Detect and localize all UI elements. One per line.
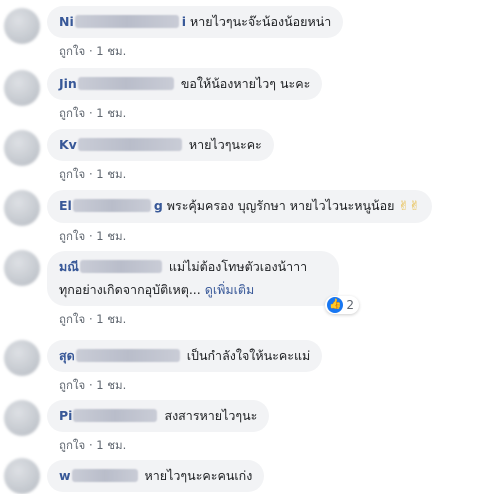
redacted-name	[72, 199, 151, 212]
like-link[interactable]: ถูกใจ	[59, 312, 85, 326]
comment: Jin ขอให้น้องหายไวๆ นะคะ ถูกใจ · 1 ชม.	[47, 68, 323, 123]
avatar[interactable]	[4, 340, 40, 376]
see-more-link[interactable]: ดูเพิ่มเติม	[205, 282, 255, 297]
avatar[interactable]	[4, 458, 40, 494]
timestamp[interactable]: 1 ชม.	[96, 438, 126, 452]
like-icon: 👍	[327, 297, 344, 313]
avatar[interactable]	[4, 8, 40, 44]
commenter-name[interactable]: มณี	[59, 259, 165, 274]
comment-meta: ถูกใจ · 1 ชม.	[59, 228, 432, 246]
comment: Pi สงสารหายไวๆนะ ถูกใจ · 1 ชม.	[47, 400, 270, 455]
comment-meta: ถูกใจ · 1 ชม.	[59, 105, 322, 123]
comment-text-line2: ทุกอย่างเกิดจากอุบัติเหตุ...	[59, 282, 201, 297]
redacted-name	[77, 138, 182, 151]
avatar[interactable]	[4, 130, 40, 166]
timestamp[interactable]: 1 ชม.	[96, 44, 126, 58]
reaction-count-value: 2	[346, 298, 354, 312]
avatar[interactable]	[4, 400, 40, 436]
comment-meta: ถูกใจ · 1 ชม.	[59, 437, 269, 455]
redacted-name	[77, 77, 174, 90]
comment-bubble: Ni i หายไวๆนะจ๊ะน้องน้อยหน่า	[47, 6, 344, 38]
avatar[interactable]	[4, 70, 40, 106]
like-link[interactable]: ถูกใจ	[59, 438, 85, 452]
reaction-count[interactable]: 👍 2	[325, 296, 359, 314]
meta-separator: ·	[88, 229, 93, 243]
comment: มณี แม่ไม่ต้องโทษตัวเองน้าาา ทุกอย่างเกิ…	[47, 251, 359, 329]
comment: สุด เป็นกำลังใจให้นะคะแม่ ถูกใจ · 1 ชม.	[47, 340, 323, 395]
timestamp[interactable]: 1 ชม.	[96, 378, 126, 392]
meta-separator: ·	[88, 378, 93, 392]
avatar[interactable]	[4, 190, 40, 226]
commenter-name[interactable]: Kv	[59, 137, 185, 152]
meta-separator: ·	[88, 167, 93, 181]
comment-bubble: w หายไวๆนะคะคนเก่ง	[47, 460, 265, 492]
comment-text: แม่ไม่ต้องโทษตัวเองน้าาา	[168, 259, 308, 274]
comment-meta: ถูกใจ · 1 ชม.	[59, 311, 339, 329]
avatar-rail	[0, 0, 44, 494]
timestamp[interactable]: 1 ชม.	[96, 312, 126, 326]
meta-separator: ·	[88, 312, 93, 326]
comment-text: หายไวๆนะคะ	[188, 137, 262, 152]
comment-text: เป็นกำลังใจให้นะคะแม่	[186, 348, 311, 363]
commenter-name[interactable]: w	[59, 468, 141, 483]
commenter-name[interactable]: สุด	[59, 348, 183, 363]
timestamp[interactable]: 1 ชม.	[96, 106, 126, 120]
meta-separator: ·	[88, 106, 93, 120]
redacted-name	[71, 469, 138, 482]
comment-bubble: Jin ขอให้น้องหายไวๆ นะคะ	[47, 68, 323, 100]
comment: Ni i หายไวๆนะจ๊ะน้องน้อยหน่า ถูกใจ · 1 ชม…	[47, 6, 344, 61]
comment: w หายไวๆนะคะคนเก่ง	[47, 460, 265, 492]
comment-bubble: Kv หายไวๆนะคะ	[47, 129, 274, 161]
redacted-name	[73, 409, 158, 422]
redacted-name	[75, 349, 180, 362]
commenter-name[interactable]: Jin	[59, 76, 177, 91]
like-link[interactable]: ถูกใจ	[59, 229, 85, 243]
comment-meta: ถูกใจ · 1 ชม.	[59, 166, 274, 184]
timestamp[interactable]: 1 ชม.	[96, 167, 126, 181]
like-link[interactable]: ถูกใจ	[59, 167, 85, 181]
meta-separator: ·	[88, 438, 93, 452]
commenter-name[interactable]: El g	[59, 198, 163, 213]
comment-text: สงสารหายไวๆนะ	[164, 408, 258, 423]
meta-separator: ·	[88, 44, 93, 58]
commenter-name[interactable]: Ni i	[59, 14, 186, 29]
comment-bubble: Pi สงสารหายไวๆนะ	[47, 400, 270, 432]
like-link[interactable]: ถูกใจ	[59, 378, 85, 392]
avatar[interactable]	[4, 250, 40, 286]
comment-bubble: El g พระคุ้มครอง บุญรักษา หายไวไวนะหนูน้อ…	[47, 190, 433, 223]
comment-bubble: มณี แม่ไม่ต้องโทษตัวเองน้าาา ทุกอย่างเกิ…	[47, 251, 359, 314]
like-link[interactable]: ถูกใจ	[59, 44, 85, 58]
comment-text: หายไวๆนะคะคนเก่ง	[144, 468, 253, 483]
like-link[interactable]: ถูกใจ	[59, 106, 85, 120]
comment-meta: ถูกใจ · 1 ชม.	[59, 43, 343, 61]
comment-text: หายไวๆนะจ๊ะน้องน้อยหน่า	[190, 14, 332, 29]
victory-hand-icon: ✌✌	[398, 199, 421, 214]
comment-bubble: สุด เป็นกำลังใจให้นะคะแม่	[47, 340, 323, 372]
comment-text: พระคุ้มครอง บุญรักษา หายไวไวนะหนูน้อย	[166, 198, 395, 213]
comment: Kv หายไวๆนะคะ ถูกใจ · 1 ชม.	[47, 129, 274, 184]
redacted-name	[79, 260, 162, 273]
comment-text: ขอให้น้องหายไวๆ นะคะ	[180, 76, 311, 91]
commenter-name[interactable]: Pi	[59, 408, 160, 423]
comment: El g พระคุ้มครอง บุญรักษา หายไวไวนะหนูน้อ…	[47, 190, 433, 246]
timestamp[interactable]: 1 ชม.	[96, 229, 126, 243]
comment-meta: ถูกใจ · 1 ชม.	[59, 377, 322, 395]
redacted-name	[74, 15, 179, 28]
